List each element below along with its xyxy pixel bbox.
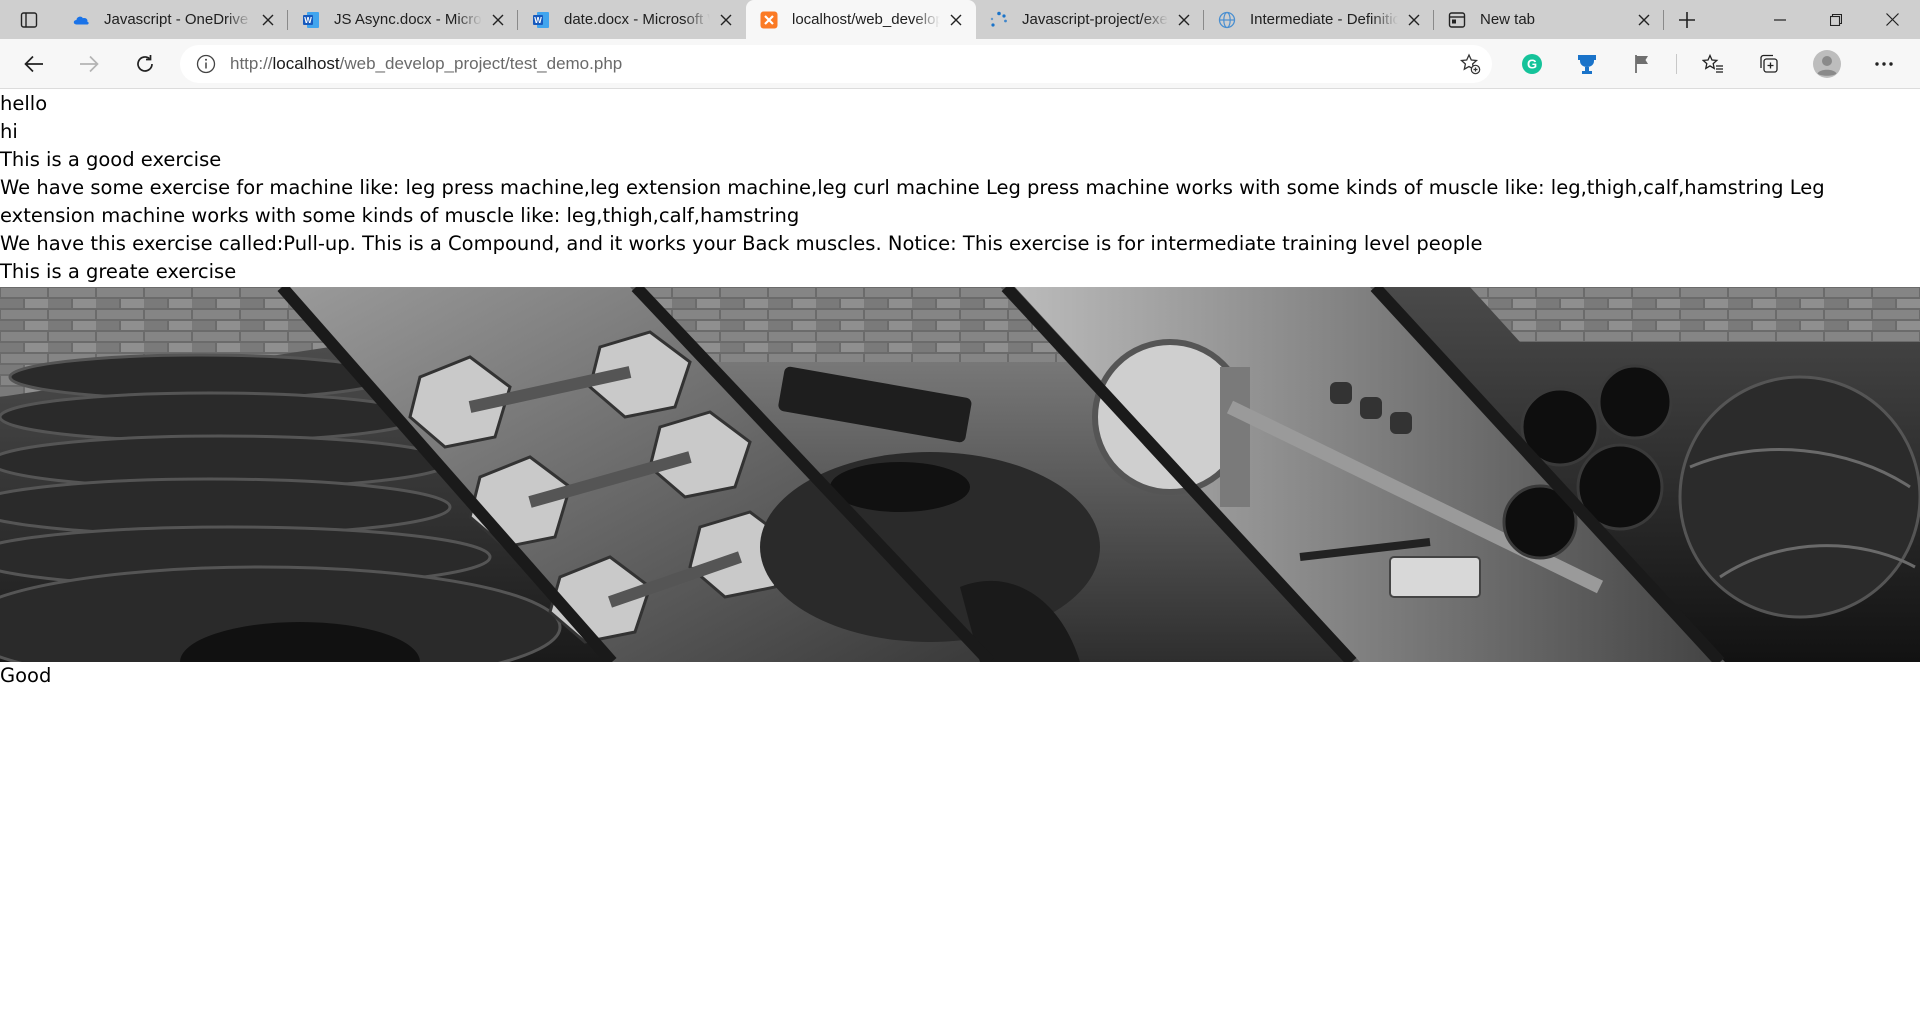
tab-title: localhost/web_develop_project/test_demo.…: [792, 11, 940, 28]
svg-text:W: W: [534, 16, 542, 25]
tab-onedrive[interactable]: Javascript - OneDrive: [58, 0, 288, 39]
minimize-icon: [1774, 18, 1786, 21]
forward-button[interactable]: [68, 43, 110, 85]
tab-title: JS Async.docx - Microsoft Word: [334, 11, 482, 28]
favorites-button[interactable]: [1692, 39, 1734, 89]
browser-toolbar: http://localhost/web_develop_project/tes…: [0, 39, 1920, 89]
back-button[interactable]: [13, 43, 55, 85]
close-tab-icon[interactable]: [716, 10, 736, 30]
tab-actions-button[interactable]: [0, 0, 58, 39]
settings-more-button[interactable]: [1863, 39, 1905, 89]
tab-title: New tab: [1480, 11, 1536, 28]
text-line: We have some exercise for machine like: …: [0, 176, 1825, 227]
minimize-button[interactable]: [1752, 0, 1808, 39]
url-text[interactable]: http://localhost/web_develop_project/tes…: [230, 54, 622, 74]
gym-equipment-banner-image: [0, 287, 1920, 662]
grammarly-extension-button[interactable]: G: [1511, 39, 1553, 89]
onedrive-icon: [72, 11, 90, 29]
text-line: We have this exercise called:Pull-up. Th…: [0, 232, 1483, 255]
refresh-button[interactable]: [124, 43, 166, 85]
close-tab-icon[interactable]: [258, 10, 278, 30]
xampp-icon: [760, 11, 778, 29]
url-host: localhost: [272, 54, 340, 73]
page-content: hello hi This is a good exercise We have…: [0, 90, 1920, 690]
tab-actions-icon: [20, 11, 38, 28]
close-tab-icon[interactable]: [1634, 10, 1654, 30]
close-tab-icon[interactable]: [1404, 10, 1424, 30]
restore-button[interactable]: [1808, 0, 1864, 39]
new-tab-button[interactable]: [1664, 0, 1710, 39]
close-tab-icon[interactable]: [488, 10, 508, 30]
forward-arrow-icon: [80, 55, 99, 73]
profile-button[interactable]: [1806, 39, 1848, 89]
tab-intermediate-definition[interactable]: Intermediate - Definition: [1204, 0, 1434, 39]
tab-title: Javascript-project/exercise: [1022, 11, 1168, 28]
text-line: hello: [0, 92, 48, 115]
close-tab-icon[interactable]: [946, 10, 966, 30]
tab-title: date.docx - Microsoft Word: [564, 11, 710, 28]
tab-strip: Javascript - OneDrive W JS Async.docx - …: [0, 0, 1920, 39]
flag-icon: [1635, 55, 1648, 73]
collections-icon: [1760, 54, 1778, 73]
tab-localhost-test-demo[interactable]: localhost/web_develop_project/test_demo.…: [746, 0, 976, 39]
word-icon: W: [532, 11, 550, 29]
address-bar[interactable]: http://localhost/web_develop_project/tes…: [180, 45, 1492, 83]
extension-button[interactable]: [1566, 39, 1608, 89]
text-line: This is a greate exercise: [0, 260, 237, 283]
tab-new-tab[interactable]: New tab: [1434, 0, 1664, 39]
back-arrow-icon: [24, 55, 43, 73]
loading-icon: [990, 11, 1008, 29]
tab-javascript-project[interactable]: Javascript-project/exercise: [976, 0, 1204, 39]
svg-text:W: W: [304, 16, 312, 25]
close-window-button[interactable]: [1864, 0, 1920, 39]
url-path: /web_develop_project/test_demo.php: [339, 54, 623, 73]
newtab-icon: [1448, 11, 1466, 29]
text-line: This is a good exercise: [0, 148, 222, 171]
add-favorite-icon[interactable]: [1458, 52, 1482, 76]
collections-button[interactable]: [1748, 39, 1790, 89]
svg-text:G: G: [1527, 57, 1537, 72]
restore-icon: [1830, 13, 1842, 26]
globe-icon: [1218, 11, 1236, 29]
favorites-icon: [1702, 54, 1723, 73]
plus-icon: [1679, 11, 1695, 28]
refresh-icon: [137, 55, 153, 72]
url-scheme: http://: [230, 54, 273, 73]
word-icon: W: [302, 11, 320, 29]
text-line: Good: [0, 664, 52, 687]
close-icon: [1885, 13, 1899, 26]
close-tab-icon[interactable]: [1174, 10, 1194, 30]
text-line: hi: [0, 120, 18, 143]
grammarly-icon: G: [1522, 54, 1542, 74]
tab-title: Intermediate - Definition: [1250, 11, 1398, 28]
more-options-icon: [1875, 62, 1893, 66]
tab-title: Javascript - OneDrive: [104, 11, 249, 28]
report-flag-button[interactable]: [1621, 39, 1663, 89]
avatar: [1813, 50, 1841, 78]
tab-date-docx[interactable]: W date.docx - Microsoft Word: [518, 0, 746, 39]
site-info-icon[interactable]: [194, 52, 218, 76]
window-controls: [1752, 0, 1920, 39]
tab-js-async-docx[interactable]: W JS Async.docx - Microsoft Word: [288, 0, 518, 39]
toolbar-divider: [1676, 54, 1677, 74]
trophy-extension-icon: [1578, 55, 1596, 74]
